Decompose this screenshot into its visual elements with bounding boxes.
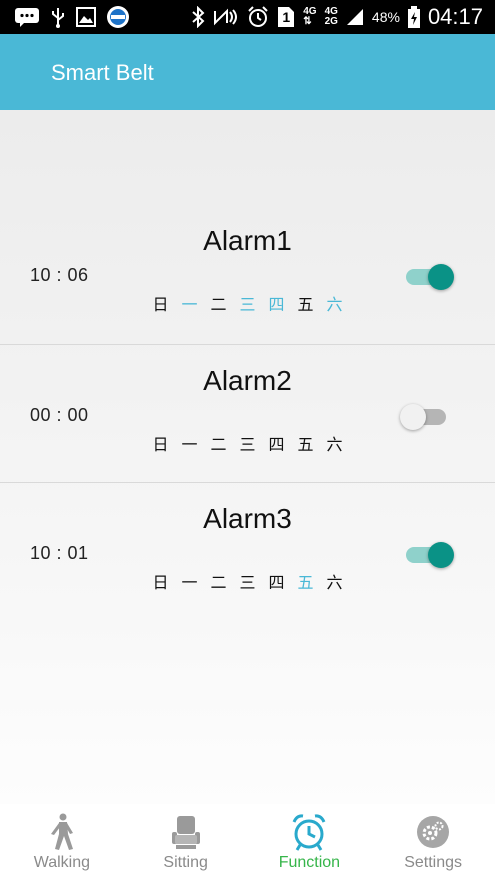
alarm-row[interactable]: 00 : 00 Alarm2 日一二三四五六 — [0, 344, 495, 483]
sim-icon: 1 — [277, 6, 295, 28]
day-sat[interactable]: 六 — [320, 431, 349, 455]
day-thu[interactable]: 四 — [262, 291, 291, 315]
battery-percent: 48% — [371, 9, 400, 25]
alarm-list: 10 : 06 Alarm1 日一二三四五六 00 : 00 Alarm2 日一… — [0, 110, 495, 804]
clock: 04:17 — [427, 4, 483, 29]
toggle-thumb — [400, 404, 426, 430]
status-bar: 1 4G ⇅ 4G 2G 48% 04:17 — [0, 0, 495, 34]
day-tue[interactable]: 二 — [204, 291, 233, 315]
alarm-toggle[interactable] — [406, 540, 454, 570]
status-right-icons: 1 4G ⇅ 4G 2G 48% 04:17 — [191, 0, 483, 34]
tab-settings[interactable]: Settings — [371, 804, 495, 880]
status-left-icons — [0, 5, 130, 29]
data-arrows-icon: ⇅ — [303, 16, 312, 27]
ifly-icon — [106, 5, 130, 29]
alarm-name: Alarm2 — [203, 365, 292, 396]
day-wed[interactable]: 三 — [233, 431, 262, 455]
usb-icon — [50, 6, 66, 28]
alarm-time[interactable]: 10 : 01 — [30, 543, 89, 564]
tab-label: Settings — [404, 854, 463, 871]
day-tue[interactable]: 二 — [204, 431, 233, 455]
tab-function[interactable]: Function — [248, 804, 372, 880]
alarm-clock-icon — [289, 812, 329, 852]
network-type: 4G ⇅ — [303, 7, 316, 27]
alarm-icon — [247, 6, 269, 28]
chair-icon — [166, 812, 206, 852]
gear-icon — [413, 812, 453, 852]
day-mon[interactable]: 一 — [175, 291, 204, 315]
alarm-row[interactable]: 10 : 06 Alarm1 日一二三四五六 — [0, 205, 495, 343]
day-mon[interactable]: 一 — [175, 569, 204, 593]
sim-number: 1 — [282, 9, 291, 25]
bluetooth-icon — [191, 6, 205, 28]
network-label-3: 2G — [324, 16, 338, 27]
day-sat[interactable]: 六 — [320, 291, 349, 315]
tab-label: Function — [278, 854, 341, 871]
battery-icon — [407, 6, 420, 28]
day-thu[interactable]: 四 — [262, 569, 291, 593]
alarm-row[interactable]: 10 : 01 Alarm3 日一二三四五六 — [0, 482, 495, 621]
day-sun[interactable]: 日 — [146, 569, 175, 593]
tab-sitting[interactable]: Sitting — [124, 804, 248, 880]
image-icon — [76, 7, 96, 27]
day-tue[interactable]: 二 — [204, 569, 233, 593]
toggle-thumb — [428, 542, 454, 568]
toggle-thumb — [428, 264, 454, 290]
alarm-name: Alarm3 — [203, 503, 292, 534]
alarm-days: 日一二三四五六 — [0, 569, 495, 593]
day-wed[interactable]: 三 — [233, 569, 262, 593]
alarm-days: 日一二三四五六 — [0, 431, 495, 455]
tab-label: Sitting — [163, 854, 208, 871]
alarm-time[interactable]: 00 : 00 — [30, 405, 89, 426]
day-fri[interactable]: 五 — [291, 431, 320, 455]
alarm-time[interactable]: 10 : 06 — [30, 265, 89, 286]
walking-icon — [42, 812, 82, 852]
tab-label: Walking — [33, 854, 91, 871]
tab-walking[interactable]: Walking — [0, 804, 124, 880]
day-sun[interactable]: 日 — [146, 291, 175, 315]
day-thu[interactable]: 四 — [262, 431, 291, 455]
alarm-toggle[interactable] — [400, 402, 454, 432]
day-fri[interactable]: 五 — [291, 291, 320, 315]
network-type-2: 4G 2G — [325, 7, 338, 27]
day-sat[interactable]: 六 — [320, 569, 349, 593]
message-icon — [14, 7, 40, 27]
alarm-days: 日一二三四五六 — [0, 291, 495, 315]
day-mon[interactable]: 一 — [175, 431, 204, 455]
signal-icon — [346, 8, 364, 26]
app-bar: Smart Belt — [0, 34, 495, 110]
app-title: Smart Belt — [51, 60, 154, 85]
day-sun[interactable]: 日 — [146, 431, 175, 455]
nfc-icon — [213, 7, 239, 27]
alarm-toggle[interactable] — [406, 262, 454, 292]
day-fri[interactable]: 五 — [291, 569, 320, 593]
bottom-nav: Walking Sitting Function Settings — [0, 804, 495, 880]
day-wed[interactable]: 三 — [233, 291, 262, 315]
alarm-name: Alarm1 — [203, 225, 292, 256]
